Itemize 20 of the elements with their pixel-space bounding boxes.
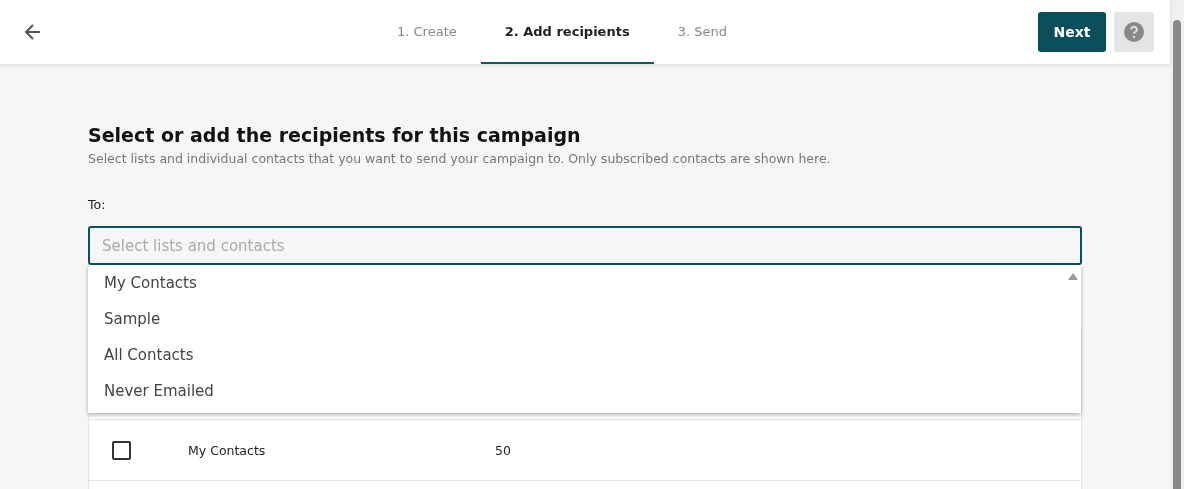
dropdown-option[interactable]: Never Emailed — [88, 373, 1081, 409]
step-tab[interactable]: 1. Create — [373, 0, 481, 64]
step-tab[interactable]: 3. Send — [653, 0, 751, 64]
dropdown-option[interactable]: Sample — [88, 301, 1081, 337]
next-button[interactable]: Next — [1038, 12, 1106, 52]
contact-count: 50 — [495, 442, 511, 458]
step-tab[interactable]: 2. Add recipients — [480, 0, 654, 64]
help-button[interactable] — [1114, 12, 1154, 52]
row-checkbox[interactable] — [112, 440, 131, 460]
dropdown-option[interactable]: All Contacts — [88, 337, 1081, 373]
to-label: To: — [88, 197, 107, 212]
page-heading: Select or add the recipients for this campaign — [88, 124, 582, 146]
scroll-up-icon[interactable] — [1068, 273, 1078, 280]
help-icon — [1124, 22, 1144, 42]
scrollbar[interactable] — [1170, 0, 1184, 489]
list-name: My Contacts — [188, 442, 267, 458]
recipients-field[interactable]: Select lists and contacts — [88, 226, 1082, 265]
dropdown-option[interactable]: My Contacts — [88, 265, 1081, 301]
page-description: Select lists and individual contacts that you want to send your campaign to. Only subscribed contacts are shown here. — [88, 151, 832, 166]
back-arrow-icon[interactable] — [23, 22, 43, 42]
